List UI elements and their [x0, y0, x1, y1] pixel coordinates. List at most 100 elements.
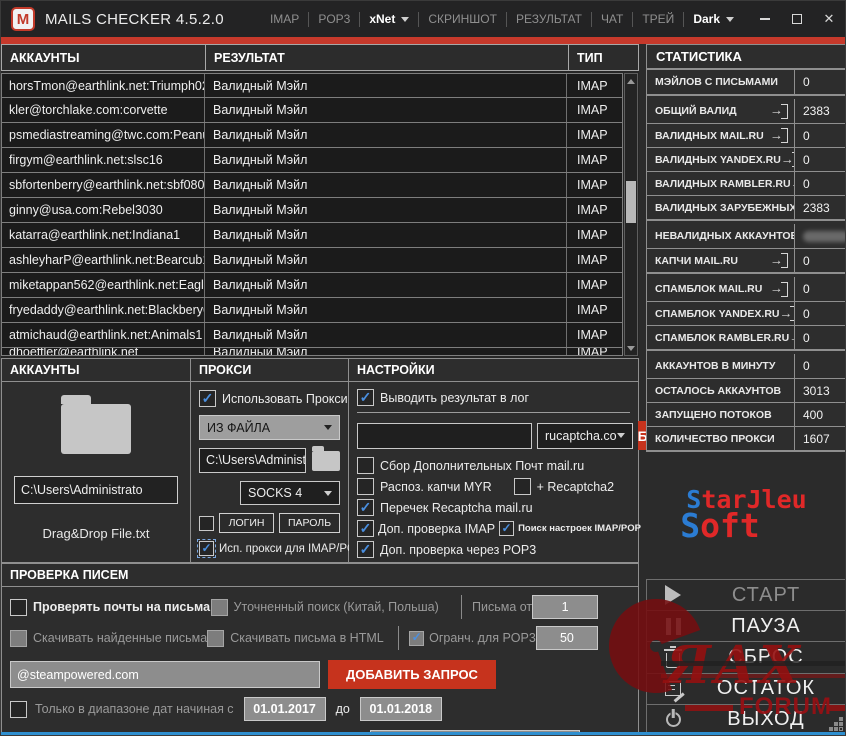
table-row[interactable]: katarra@earthlink.net:Indiana1 Валидный М… — [1, 223, 623, 248]
password-button[interactable]: ПАРОЛЬ — [279, 513, 340, 533]
collect-extra-mail-checkbox[interactable]: ✓ — [357, 457, 374, 474]
type-cell: IMAP — [577, 78, 608, 93]
date-to-input[interactable]: 01.01.2018 — [359, 697, 442, 721]
minimize-button[interactable] — [749, 1, 781, 37]
app-window: M MAILS CHECKER 4.5.2.0 IMAP POP3 xNet С… — [0, 0, 846, 736]
check-mails-label: Проверять почты на письма — [33, 600, 211, 614]
window-bottom-border — [1, 732, 845, 735]
menu-pop3[interactable]: POP3 — [309, 1, 359, 37]
menu-result[interactable]: РЕЗУЛЬТАТ — [507, 1, 591, 37]
proxy-file-path[interactable]: C:\Users\Administrator — [199, 448, 306, 473]
stat-row: ВАЛИДНЫХ YANDEX.RU 0 — [647, 147, 845, 171]
scroll-down-arrow[interactable] — [625, 342, 637, 354]
letters-from-input[interactable]: 1 — [532, 595, 598, 619]
stat-label: СПАМБЛОК RAMBLER.RU — [655, 331, 790, 344]
table-row[interactable]: miketappan562@earthlink.net:Eagle5 Валидн… — [1, 273, 623, 298]
add-query-button[interactable]: ДОБАВИТЬ ЗАПРОС — [328, 660, 496, 689]
maximize-button[interactable] — [781, 1, 813, 37]
proxy-type-select[interactable]: SOCKS 4 — [240, 481, 340, 505]
check-icon: ✓ — [201, 389, 214, 406]
theme-dropdown[interactable]: Dark — [684, 1, 743, 37]
captcha-service-value: rucaptcha.co — [545, 428, 617, 443]
download-found-checkbox[interactable]: ✓ — [10, 629, 27, 647]
export-icon[interactable] — [781, 152, 794, 167]
recheck-recaptcha-checkbox[interactable]: ✓ — [357, 499, 374, 516]
imap-extra-check-checkbox[interactable]: ✓ — [357, 520, 374, 537]
captcha-key-input[interactable] — [357, 422, 532, 449]
table-row[interactable]: ginny@usa.com:Rebel3030 Валидный Мэйл IMAP — [1, 198, 623, 223]
account-cell: horsTmon@earthlink.net:Triumph02 — [2, 74, 205, 97]
menu-chat[interactable]: ЧАТ — [592, 1, 632, 37]
stat-label: МЭЙЛОВ С ПИСЬМАМИ — [655, 76, 778, 88]
query-input[interactable] — [10, 661, 320, 688]
reset-button[interactable]: СБРОС — [647, 641, 845, 672]
stat-row: КАПЧИ MAIL.RU 0 — [647, 248, 845, 272]
menu-xnet-dropdown[interactable]: xNet — [360, 1, 418, 37]
proxy-imap-pop3-checkbox[interactable]: ✓ — [197, 539, 216, 558]
table-row[interactable]: psmediastreaming@twc.com:Peanut Валидный … — [1, 123, 623, 148]
trash-icon — [664, 646, 682, 668]
export-icon[interactable] — [770, 281, 791, 297]
proxy-auth-checkbox[interactable]: ✓ — [199, 515, 214, 531]
refined-search-checkbox[interactable]: ✓ — [210, 598, 228, 616]
table-row[interactable]: atmichaud@earthlink.net:Animals1 Валидный… — [1, 323, 623, 348]
table-row[interactable]: sbfortenberry@earthlink.net:sbf0800 Валид… — [1, 173, 623, 198]
play-icon — [665, 585, 681, 606]
export-icon[interactable] — [770, 128, 791, 143]
start-button[interactable]: СТАРТ — [647, 579, 845, 610]
menu-screenshot[interactable]: СКРИНШОТ — [419, 1, 506, 37]
mail-check-title: ПРОВЕРКА ПИСЕМ — [2, 564, 638, 587]
myr-captcha-checkbox[interactable]: ✓ — [357, 478, 374, 495]
table-row[interactable]: fryedaddy@earthlink.net:Blackbery69 Валид… — [1, 298, 623, 323]
check-mails-checkbox[interactable]: ✓ — [10, 598, 27, 616]
accounts-file-path[interactable]: C:\Users\Administrato — [14, 476, 178, 504]
scroll-up-arrow[interactable] — [625, 75, 637, 87]
export-icon[interactable] — [770, 253, 791, 268]
imap-settings-search-checkbox[interactable]: ✓ — [499, 521, 515, 536]
divider — [461, 595, 462, 619]
resize-grip[interactable] — [840, 728, 842, 730]
export-icon[interactable] — [779, 306, 794, 321]
download-html-checkbox[interactable]: ✓ — [207, 629, 225, 647]
results-table: АККАУНТЫ РЕЗУЛЬТАТ ТИП horsTmon@earthlin… — [1, 44, 639, 358]
close-button[interactable]: ✕ — [813, 1, 845, 37]
pop3-extra-check-checkbox[interactable]: ✓ — [357, 541, 374, 558]
account-cell: psmediastreaming@twc.com:Peanut — [2, 123, 205, 147]
menu-tray[interactable]: ТРЕЙ — [633, 1, 683, 37]
minimize-icon — [760, 18, 770, 20]
date-from-input[interactable]: 01.01.2017 — [243, 697, 326, 721]
folder-icon[interactable] — [61, 395, 131, 454]
accounts-panel-title: АККАУНТЫ — [2, 359, 190, 382]
download-html-label: Скачивать письма в HTML — [230, 631, 384, 645]
browse-folder-icon[interactable] — [312, 445, 340, 471]
recaptcha2-checkbox[interactable]: ✓ — [513, 478, 531, 495]
scrollbar-thumb[interactable] — [626, 180, 636, 223]
reset-label: СБРОС — [728, 646, 804, 668]
menu-imap[interactable]: IMAP — [261, 1, 308, 37]
pop3-limit-input[interactable]: 50 — [535, 626, 598, 650]
divider — [398, 626, 400, 650]
log-output-checkbox[interactable]: ✓ — [357, 389, 374, 406]
date-range-checkbox[interactable]: ✓ — [10, 700, 27, 718]
pause-button[interactable]: ПАУЗА — [647, 610, 845, 641]
type-cell: IMAP — [577, 328, 608, 342]
table-scrollbar[interactable] — [624, 73, 638, 356]
result-cell: Валидный Мэйл — [205, 298, 567, 322]
proxy-source-select[interactable]: ИЗ ФАЙЛА — [199, 415, 340, 440]
remainder-button[interactable]: ОСТАТОК — [647, 672, 845, 704]
export-icon[interactable] — [770, 103, 791, 119]
table-row[interactable]: firgym@earthlink.net:slsc16 Валидный Мэйл… — [1, 148, 623, 173]
pop3-limit-checkbox[interactable]: ✓ — [409, 630, 425, 646]
captcha-service-select[interactable]: rucaptcha.co — [537, 422, 633, 449]
brand-s2: S — [680, 506, 701, 546]
table-row[interactable]: ashleyharP@earthlink.net:Bearcub1 Валидны… — [1, 248, 623, 273]
table-row[interactable]: horsTmon@earthlink.net:Triumph02 Валидный… — [1, 73, 623, 98]
table-row[interactable]: dhoeffler@earthlink.net Валидный Мэйл IMAP — [1, 348, 623, 356]
exit-button[interactable]: ВЫХОД — [647, 703, 845, 735]
use-proxy-checkbox[interactable]: ✓ — [199, 390, 216, 407]
table-row[interactable]: kler@torchlake.com:corvette Валидный Мэйл… — [1, 98, 623, 123]
account-cell: dhoeffler@earthlink.net — [2, 348, 205, 355]
login-button[interactable]: ЛОГИН — [219, 513, 275, 533]
stat-row: ОСТАЛОСЬ АККАУНТОВ 3013 — [647, 378, 845, 402]
account-cell: katarra@earthlink.net:Indiana1 — [2, 223, 205, 247]
